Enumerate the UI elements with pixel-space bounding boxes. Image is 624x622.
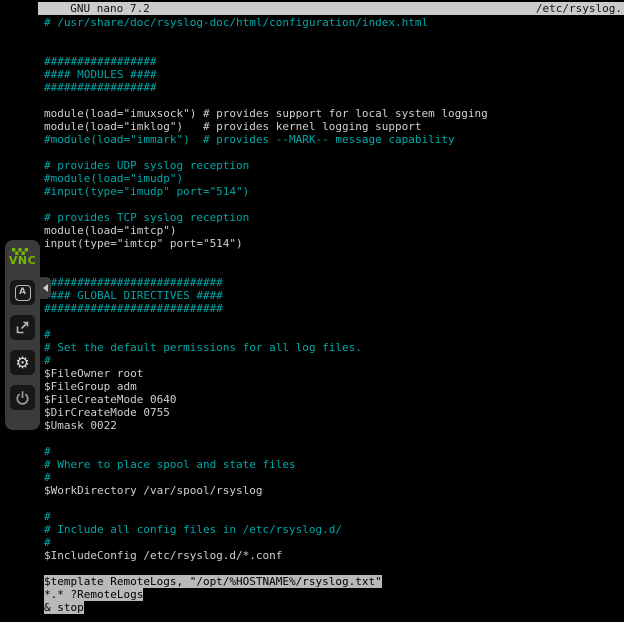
selected-text: & stop — [44, 601, 84, 614]
clipboard-button[interactable]: A — [10, 280, 35, 305]
novnc-logo-text: VNC — [5, 255, 40, 267]
editor-line: ################# — [44, 81, 624, 94]
editor-line: $IncludeConfig /etc/rsyslog.d/*.conf — [44, 549, 624, 562]
editor-line: #### MODULES #### — [44, 68, 624, 81]
editor-line: $FileCreateMode 0640 — [44, 393, 624, 406]
editor-line — [44, 29, 624, 42]
editor-line: $Umask 0022 — [44, 419, 624, 432]
power-icon — [15, 390, 30, 406]
editor-line: # /usr/share/doc/rsyslog-doc/html/config… — [44, 16, 624, 29]
selected-text: *.* ?RemoteLogs — [44, 588, 143, 601]
editor-line: # provides UDP syslog reception — [44, 159, 624, 172]
editor-line: ########################### — [44, 276, 624, 289]
novnc-logo: VNC — [5, 248, 40, 267]
chevron-left-icon — [43, 284, 48, 292]
editor-line — [44, 263, 624, 276]
editor-line: *.* ?RemoteLogs — [44, 588, 624, 601]
fullscreen-icon — [15, 320, 30, 335]
terminal-screen[interactable]: GNU nano 7.2 /etc/rsyslog. # /usr/share/… — [38, 0, 624, 622]
nano-titlebar: GNU nano 7.2 /etc/rsyslog. — [38, 2, 624, 15]
gear-icon: ⚙ — [15, 355, 29, 371]
editor-line: # — [44, 445, 624, 458]
novnc-control-bar: VNC A ⚙ — [5, 240, 40, 430]
editor-line: & stop — [44, 601, 624, 614]
editor-line: module(load="imklog") # provides kernel … — [44, 120, 624, 133]
editor-line: module(load="imtcp") — [44, 224, 624, 237]
editor-line: $template RemoteLogs, "/opt/%HOSTNAME%/r… — [44, 575, 624, 588]
editor-line: # — [44, 328, 624, 341]
editor-line: $DirCreateMode 0755 — [44, 406, 624, 419]
editor-line — [44, 146, 624, 159]
editor-line: # Where to place spool and state files — [44, 458, 624, 471]
settings-button[interactable]: ⚙ — [10, 350, 35, 375]
editor-line: $WorkDirectory /var/spool/rsyslog — [44, 484, 624, 497]
power-button[interactable] — [10, 385, 35, 410]
editor-line — [44, 198, 624, 211]
nano-filename-label: /etc/rsyslog. — [536, 2, 622, 15]
editor-line: # provides TCP syslog reception — [44, 211, 624, 224]
editor-line: # — [44, 536, 624, 549]
editor-line: # — [44, 354, 624, 367]
editor-line: ########################### — [44, 302, 624, 315]
editor-line: # Set the default permissions for all lo… — [44, 341, 624, 354]
editor-line: module(load="imuxsock") # provides suppo… — [44, 107, 624, 120]
editor-line: #module(load="imudp") — [44, 172, 624, 185]
editor-line: # — [44, 471, 624, 484]
clipboard-icon: A — [15, 285, 31, 301]
editor-line: #input(type="imudp" port="514") — [44, 185, 624, 198]
nano-version-label: GNU nano 7.2 — [57, 2, 150, 15]
editor-line: #module(load="immark") # provides --MARK… — [44, 133, 624, 146]
editor-line — [44, 42, 624, 55]
control-bar-handle[interactable] — [40, 277, 51, 299]
editor-line: input(type="imtcp" port="514") — [44, 237, 624, 250]
selected-text: $template RemoteLogs, "/opt/%HOSTNAME%/r… — [44, 575, 382, 588]
editor-line: # Include all config files in /etc/rsysl… — [44, 523, 624, 536]
editor-line — [44, 250, 624, 263]
fullscreen-button[interactable] — [10, 315, 35, 340]
editor-line: ################# — [44, 55, 624, 68]
editor-line: $FileGroup adm — [44, 380, 624, 393]
editor-line: $FileOwner root — [44, 367, 624, 380]
editor-line — [44, 562, 624, 575]
editor-line: # — [44, 510, 624, 523]
editor-line: #### GLOBAL DIRECTIVES #### — [44, 289, 624, 302]
editor-line — [44, 497, 624, 510]
editor-line — [44, 315, 624, 328]
editor-lines: # /usr/share/doc/rsyslog-doc/html/config… — [44, 16, 624, 622]
editor-line — [44, 432, 624, 445]
editor-line — [44, 94, 624, 107]
